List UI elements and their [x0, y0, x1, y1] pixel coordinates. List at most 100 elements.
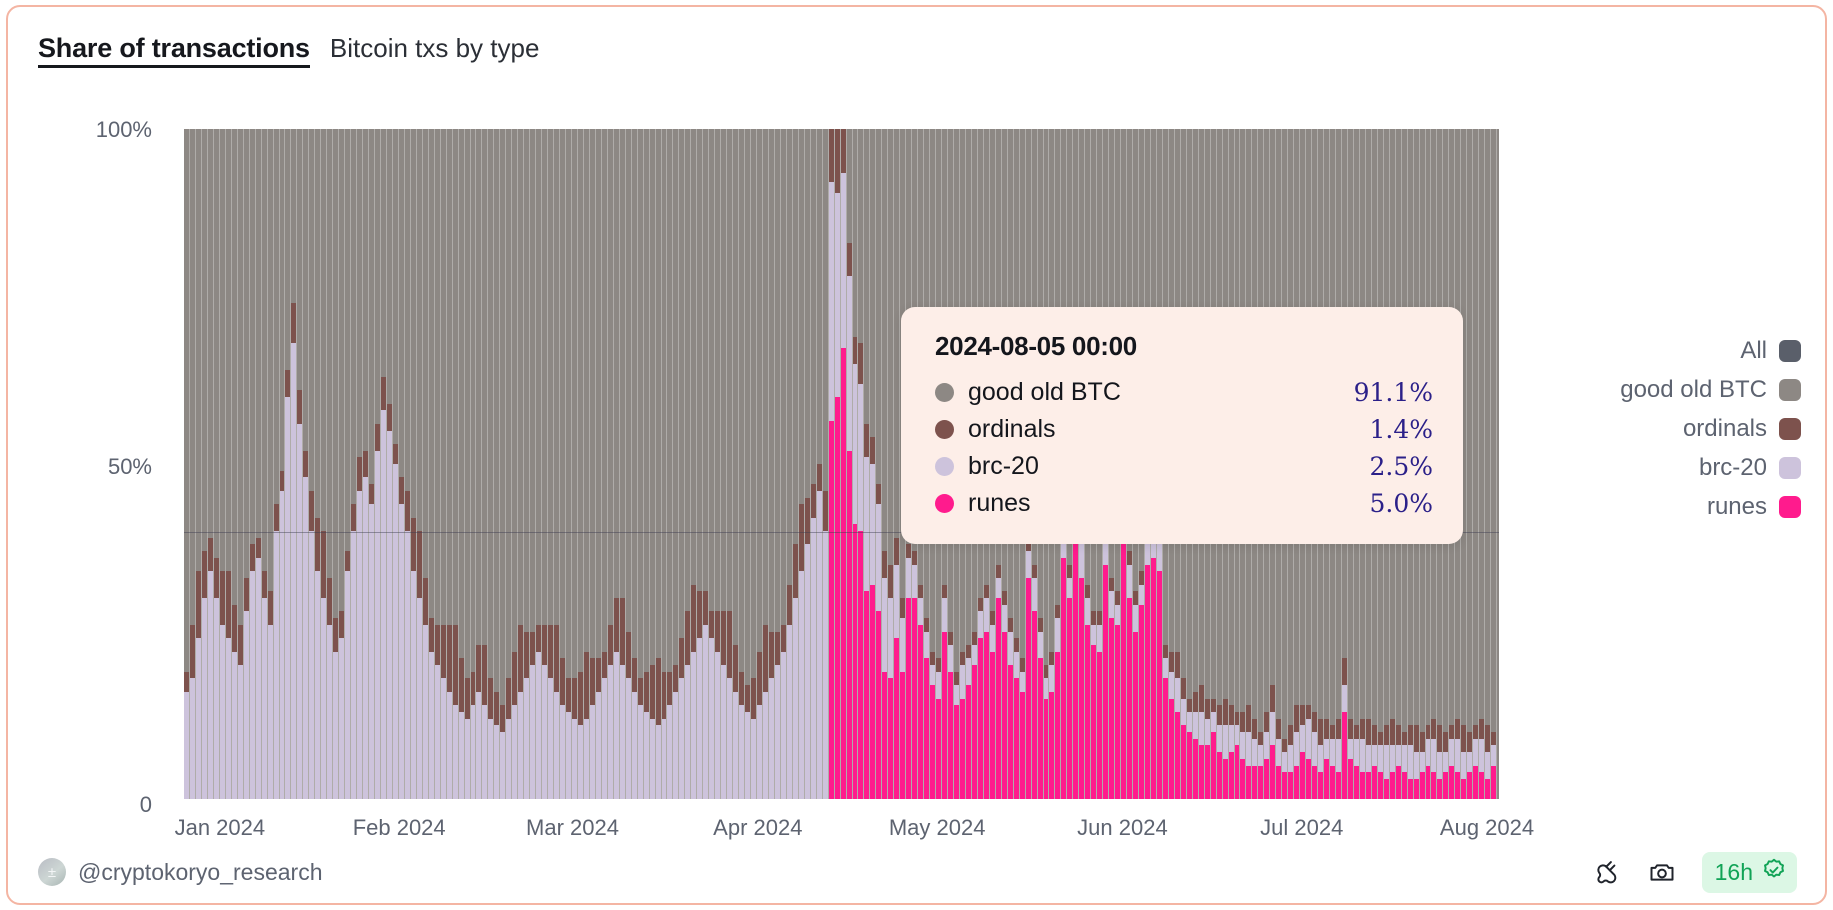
bar-segment [1258, 732, 1263, 745]
bar-segment [590, 129, 595, 658]
bar-segment [1491, 129, 1496, 732]
bar-segment [775, 665, 780, 799]
bar-segment [1044, 699, 1049, 800]
x-axis-tick: Mar 2024 [526, 815, 619, 841]
tooltip-series-value: 2.5% [1369, 452, 1433, 481]
bar-segment [1205, 699, 1210, 719]
bar-segment [548, 129, 553, 625]
plug-icon[interactable] [1594, 858, 1622, 886]
bar-segment [912, 551, 917, 564]
chart-footer: ± @cryptokoryo_research 16h [8, 841, 1825, 903]
legend-item-brc-20[interactable]: brc-20 [1699, 454, 1801, 482]
bar-segment [1396, 745, 1401, 765]
tooltip-date: 2024-08-05 00:00 [935, 331, 1433, 362]
legend-item-all[interactable]: All [1740, 337, 1801, 365]
bar-segment [1300, 752, 1305, 799]
legend-item-runes[interactable]: runes [1707, 493, 1801, 521]
bar-segment [1199, 712, 1204, 746]
bar-segment [1461, 725, 1466, 752]
bar-segment [441, 678, 446, 799]
bar-segment [190, 129, 195, 625]
bar-segment [1437, 752, 1442, 779]
bar-segment [256, 558, 261, 799]
bar-segment [626, 129, 631, 632]
bar-segment [954, 685, 959, 705]
bar-segment [608, 665, 613, 799]
bar-segment [1181, 725, 1186, 799]
bar-segment [1408, 725, 1413, 745]
bar-segment [1414, 725, 1419, 752]
bar-segment [471, 705, 476, 799]
legend-item-ordinals[interactable]: ordinals [1683, 415, 1801, 443]
bar-segment [1163, 658, 1168, 678]
bar-segment [1175, 712, 1180, 799]
tooltip-rows: good old BTC91.1%ordinals1.4%brc-202.5%r… [935, 378, 1433, 518]
bar-segment [673, 692, 678, 799]
bar-segment [847, 129, 852, 243]
bar-segment [721, 129, 726, 611]
tooltip-series-name: good old BTC [968, 378, 1121, 407]
bar-segment [1467, 732, 1472, 752]
bar-segment [870, 437, 875, 464]
bar-segment [1032, 578, 1037, 612]
bar-segment [745, 685, 750, 712]
attribution[interactable]: ± @cryptokoryo_research [38, 858, 323, 886]
bar-segment [268, 591, 273, 625]
bar-column[interactable] [1491, 129, 1497, 799]
bar-segment [739, 672, 744, 706]
bar-segment [900, 598, 905, 618]
author-handle: @cryptokoryo_research [78, 859, 323, 886]
bar-segment [411, 129, 416, 518]
bar-segment [888, 678, 893, 799]
bar-segment [829, 129, 834, 182]
bar-segment [870, 585, 875, 799]
bar-segment [1330, 739, 1335, 766]
bar-segment [1390, 719, 1395, 746]
bar-segment [1491, 745, 1496, 765]
bar-segment [572, 678, 577, 718]
bar-segment [882, 129, 887, 551]
bar-segment [1408, 779, 1413, 799]
bar-segment [476, 129, 481, 645]
bar-segment [948, 632, 953, 645]
bar-segment [381, 129, 386, 377]
bar-segment [1115, 625, 1120, 799]
tooltip-series-name: runes [968, 489, 1031, 518]
bar-segment [614, 598, 619, 652]
bar-segment [542, 665, 547, 799]
bar-segment [900, 618, 905, 672]
bar-segment [554, 129, 559, 625]
bar-segment [1473, 739, 1478, 766]
bar-segment [1139, 585, 1144, 605]
bar-segment [232, 129, 237, 605]
bar-segment [805, 498, 810, 545]
bar-segment [1049, 692, 1054, 799]
bar-segment [280, 129, 285, 471]
bar-segment [602, 678, 607, 799]
bar-segment [1032, 565, 1037, 578]
bar-segment [697, 638, 702, 799]
bar-segment [858, 343, 863, 383]
camera-icon[interactable] [1648, 858, 1676, 886]
bar-segment [638, 705, 643, 799]
bar-segment [1157, 571, 1162, 799]
bar-segment [1402, 772, 1407, 799]
bar-segment [518, 625, 523, 692]
bar-segment [1348, 739, 1353, 759]
bar-segment [799, 129, 804, 504]
bar-segment [1330, 725, 1335, 738]
bar-segment [339, 129, 344, 611]
chart-tooltip: 2024-08-05 00:00 good old BTC91.1%ordina… [901, 307, 1463, 544]
bar-segment [429, 618, 434, 652]
legend-item-good-old-btc[interactable]: good old BTC [1620, 376, 1801, 404]
bar-segment [984, 632, 989, 800]
bar-segment [948, 645, 953, 672]
bar-segment [471, 129, 476, 672]
bar-segment [1414, 752, 1419, 779]
bar-segment [1318, 719, 1323, 746]
bar-segment [864, 129, 869, 424]
bar-segment [214, 558, 219, 598]
bar-segment [268, 625, 273, 799]
bar-segment [847, 276, 852, 450]
bar-segment [476, 645, 481, 692]
